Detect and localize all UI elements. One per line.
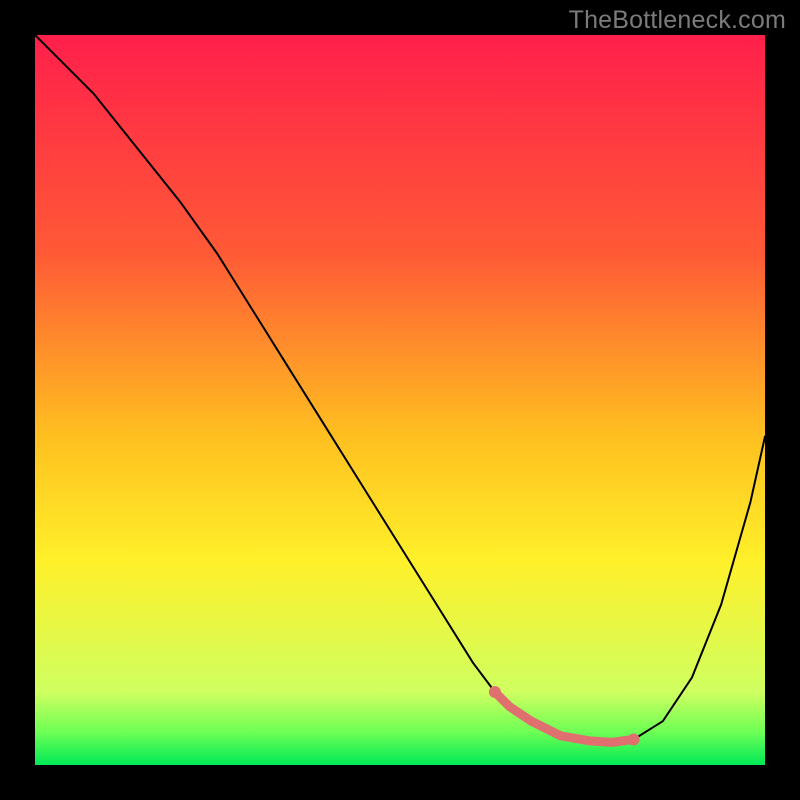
optimal-range-endpoint — [489, 686, 501, 698]
optimal-range-endpoint — [628, 733, 640, 745]
chart-frame: TheBottleneck.com — [0, 0, 800, 800]
plot-background — [35, 35, 765, 765]
watermark-label: TheBottleneck.com — [569, 6, 786, 35]
chart-svg — [35, 35, 765, 765]
plot-area — [35, 35, 765, 765]
